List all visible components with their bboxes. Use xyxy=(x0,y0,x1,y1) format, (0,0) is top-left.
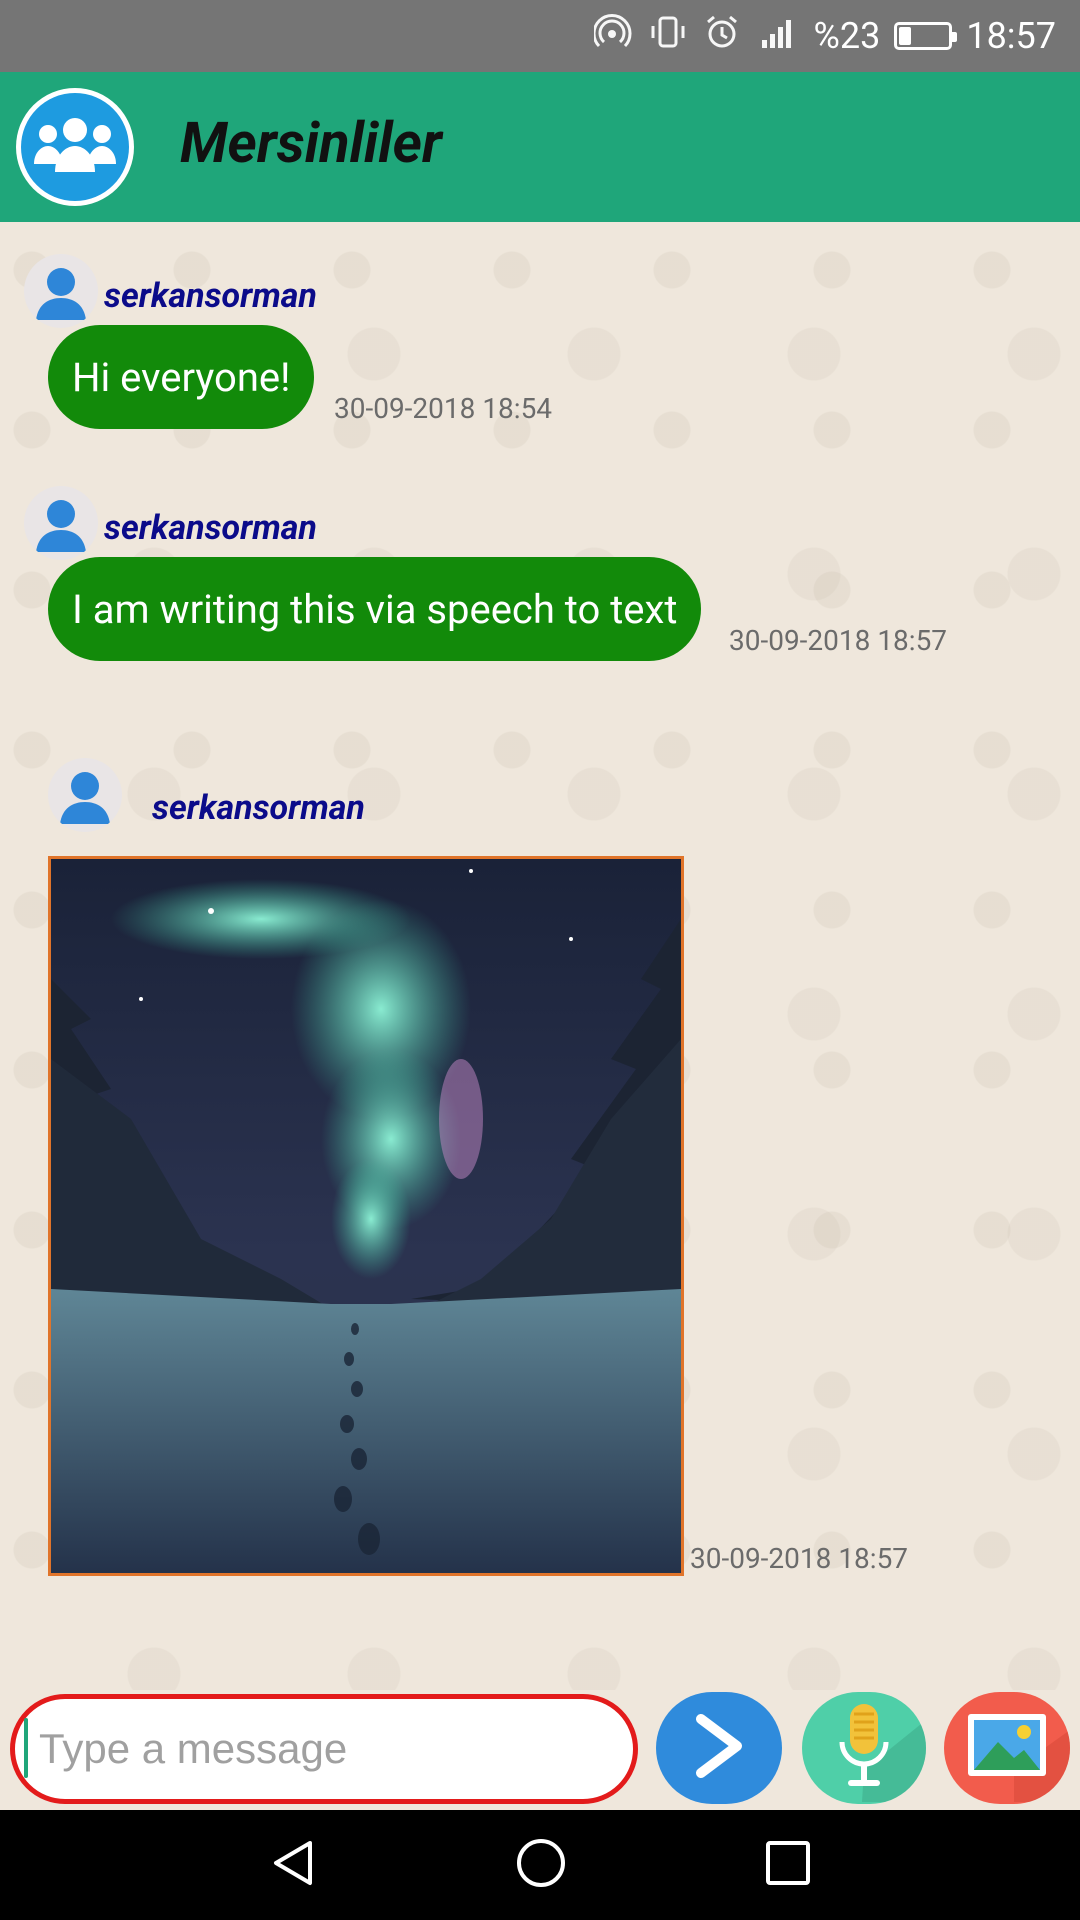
alarm-icon xyxy=(702,14,742,58)
message-timestamp: 30-09-2018 18:57 xyxy=(729,624,948,657)
avatar[interactable] xyxy=(24,254,98,328)
message-timestamp: 30-09-2018 18:57 xyxy=(690,1542,909,1575)
voice-input-button[interactable] xyxy=(802,1692,926,1804)
hotspot-icon xyxy=(592,14,634,58)
home-icon[interactable] xyxy=(515,1837,567,1893)
composer-bar xyxy=(0,1690,1080,1810)
app-bar: Mersinliler xyxy=(0,72,1080,222)
status-time: 18:57 xyxy=(966,15,1056,57)
message-timestamp: 30-09-2018 18:54 xyxy=(334,392,553,425)
sender-name[interactable]: serkansorman xyxy=(152,788,365,828)
send-icon xyxy=(689,1711,749,1785)
battery-level xyxy=(899,27,912,45)
message-input[interactable] xyxy=(10,1694,638,1804)
message-list[interactable]: serkansorman Hi everyone! 30-09-2018 18:… xyxy=(0,222,1080,1690)
sender-name[interactable]: serkansorman xyxy=(104,276,317,316)
recents-icon[interactable] xyxy=(764,1839,812,1891)
gallery-icon xyxy=(944,1692,1070,1804)
system-nav-bar xyxy=(0,1810,1080,1920)
avatar[interactable] xyxy=(24,486,98,560)
aurora-forest-photo[interactable] xyxy=(48,856,684,1576)
back-icon[interactable] xyxy=(268,1837,318,1893)
group-avatar[interactable] xyxy=(16,88,134,206)
sender-name[interactable]: serkansorman xyxy=(104,508,317,548)
battery-icon xyxy=(894,22,958,50)
group-icon xyxy=(21,93,129,201)
battery-percent: %23 xyxy=(813,15,881,57)
signal-icon xyxy=(756,14,800,58)
text-cursor xyxy=(24,1718,28,1778)
send-button[interactable] xyxy=(656,1692,782,1804)
microphone-icon xyxy=(802,1692,926,1804)
avatar[interactable] xyxy=(48,758,122,832)
chat-title: Mersinliler xyxy=(180,110,442,176)
message-bubble[interactable]: Hi everyone! xyxy=(48,325,315,429)
vibrate-icon xyxy=(648,14,688,58)
attach-image-button[interactable] xyxy=(944,1692,1070,1804)
message-bubble[interactable]: I am writing this via speech to text xyxy=(48,557,702,661)
status-bar: %23 18:57 xyxy=(0,0,1080,72)
